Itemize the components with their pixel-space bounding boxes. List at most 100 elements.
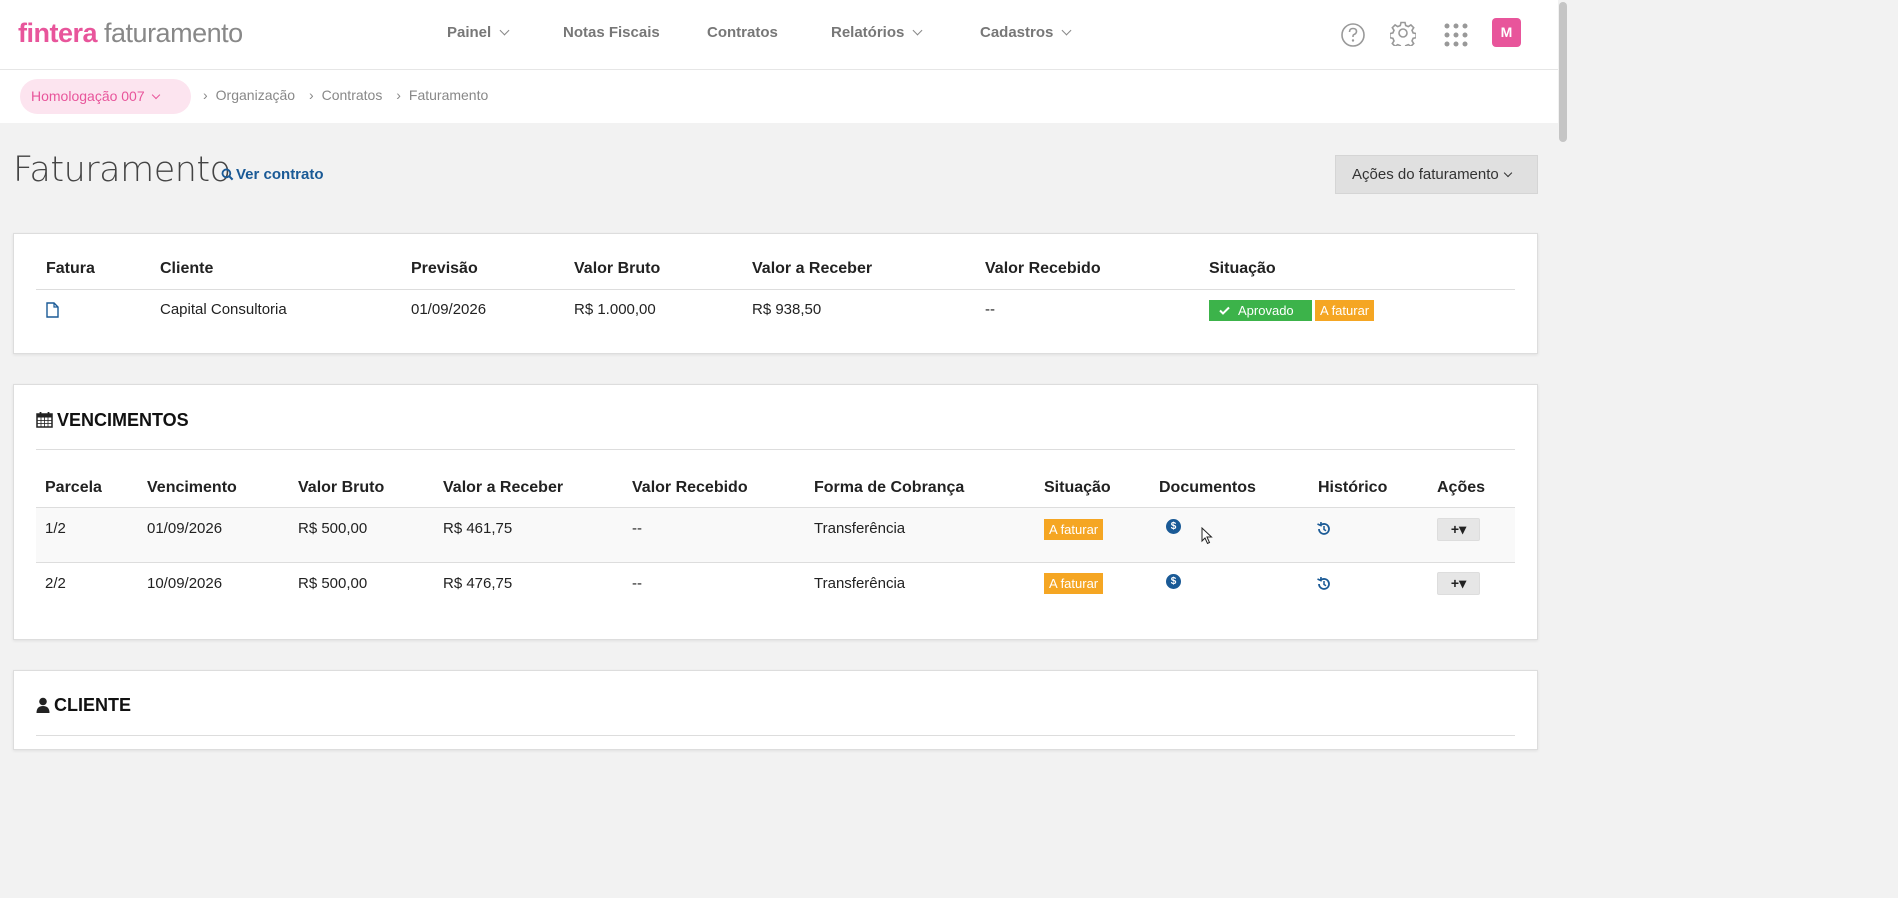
app-logo[interactable]: fintera faturamento xyxy=(18,16,243,50)
invoice-forecast: 01/09/2026 xyxy=(411,301,487,318)
section-divider xyxy=(36,735,1515,736)
cliente-panel: CLIENTE xyxy=(13,670,1538,750)
chevron-down-icon xyxy=(1503,168,1513,178)
status-badge-approved: Aprovado xyxy=(1209,300,1312,321)
row2-parcela: 2/2 xyxy=(45,575,66,592)
section-divider xyxy=(36,449,1515,450)
breadcrumb-organizacao[interactable]: Organização xyxy=(216,87,295,103)
history-icon[interactable] xyxy=(1316,521,1332,537)
invoice-client: Capital Consultoria xyxy=(160,301,287,318)
header-historico: Histórico xyxy=(1318,479,1388,496)
header-parcela: Parcela xyxy=(45,479,102,496)
header-previsao: Previsão xyxy=(411,260,478,277)
billing-actions-label: Ações do faturamento xyxy=(1352,166,1499,183)
table-row xyxy=(36,508,1515,562)
brand-primary: fintera xyxy=(18,18,98,48)
status-badge-to-bill: A faturar xyxy=(1044,519,1104,540)
boleto-document-icon[interactable]: $ xyxy=(1166,519,1181,534)
user-icon xyxy=(36,697,50,713)
row-actions-button[interactable]: +▾ xyxy=(1437,572,1480,595)
invoice-receivable: R$ 938,50 xyxy=(752,301,822,318)
header-cliente: Cliente xyxy=(160,260,214,277)
nav-notas-fiscais[interactable]: Notas Fiscais xyxy=(563,22,660,44)
chevron-right-icon: › xyxy=(396,87,401,103)
breadcrumb: › Organização › Contratos › Faturamento xyxy=(203,87,498,103)
nav-contratos-label: Contratos xyxy=(707,24,778,41)
header-situacao: Situação xyxy=(1209,260,1276,277)
row2-vencimento: 10/09/2026 xyxy=(147,575,223,592)
help-icon[interactable] xyxy=(1340,22,1366,48)
header-fatura: Fatura xyxy=(46,260,95,277)
row1-forma-de-cobranca: Transferência xyxy=(814,520,906,537)
row2-valor-a-receber: R$ 476,75 xyxy=(443,575,513,592)
row1-parcela: 1/2 xyxy=(45,520,66,537)
row1-valor-recebido: -- xyxy=(632,520,642,537)
document-icon[interactable] xyxy=(46,302,59,318)
chevron-down-icon xyxy=(151,90,160,100)
header-situacao: Situação xyxy=(1044,479,1111,496)
row1-valor-bruto: R$ 500,00 xyxy=(298,520,368,537)
nav-cadastros[interactable]: Cadastros xyxy=(980,22,1072,44)
nav-contratos[interactable]: Contratos xyxy=(707,22,778,44)
vencimentos-title: VENCIMENTOS xyxy=(36,409,189,431)
cliente-title: CLIENTE xyxy=(36,695,131,716)
header-valor-recebido: Valor Recebido xyxy=(632,479,748,496)
billing-actions-button[interactable]: Ações do faturamento xyxy=(1335,155,1538,194)
organization-selector[interactable]: Homologação 007 xyxy=(20,79,191,114)
nav-painel[interactable]: Painel xyxy=(447,22,510,44)
breadcrumb-faturamento[interactable]: Faturamento xyxy=(409,87,488,103)
header-divider xyxy=(36,289,1515,290)
nav-relatorios-label: Relatórios xyxy=(831,24,905,41)
header-vencimento: Vencimento xyxy=(147,479,237,496)
chevron-right-icon: › xyxy=(308,87,314,103)
header-valor-bruto: Valor Bruto xyxy=(574,260,661,277)
search-icon xyxy=(221,168,234,181)
brand-secondary: faturamento xyxy=(97,18,243,48)
chevron-down-icon xyxy=(1061,25,1072,36)
row-actions-button[interactable]: +▾ xyxy=(1437,518,1480,541)
header-documentos: Documentos xyxy=(1159,479,1256,496)
boleto-document-icon[interactable]: $ xyxy=(1166,574,1181,589)
chevron-down-icon xyxy=(499,25,510,36)
page-scrollbar[interactable] xyxy=(1558,0,1568,742)
vencimentos-panel: VENCIMENTOS Parcela Vencimento Valor Bru… xyxy=(13,384,1538,640)
header-valor-bruto: Valor Bruto xyxy=(298,479,385,496)
nav-painel-label: Painel xyxy=(447,24,492,41)
calendar-icon xyxy=(36,412,53,428)
row2-valor-bruto: R$ 500,00 xyxy=(298,575,368,592)
row1-valor-a-receber: R$ 461,75 xyxy=(443,520,513,537)
row1-vencimento: 01/09/2026 xyxy=(147,520,223,537)
header-forma-de-cobranca: Forma de Cobrança xyxy=(814,479,965,496)
scrollbar-thumb[interactable] xyxy=(1559,2,1567,142)
gear-icon[interactable] xyxy=(1390,20,1416,46)
vencimentos-title-label: VENCIMENTOS xyxy=(57,410,189,430)
header-valor-recebido: Valor Recebido xyxy=(985,260,1101,277)
chevron-right-icon: › xyxy=(203,87,208,103)
nav-cadastros-label: Cadastros xyxy=(980,24,1054,41)
invoice-gross: R$ 1.000,00 xyxy=(574,301,656,318)
row-divider xyxy=(36,562,1515,563)
apps-grid-icon[interactable] xyxy=(1443,22,1469,48)
nav-notas-fiscais-label: Notas Fiscais xyxy=(563,24,660,41)
organization-name: Homologação 007 xyxy=(31,88,145,104)
status-badge-to-bill: A faturar xyxy=(1315,300,1375,321)
invoice-panel: Fatura Cliente Previsão Valor Bruto Valo… xyxy=(13,233,1538,354)
chevron-down-icon xyxy=(912,25,923,36)
page-title: Faturamento xyxy=(13,150,231,190)
nav-relatorios[interactable]: Relatórios xyxy=(831,22,923,44)
header-valor-a-receber: Valor a Receber xyxy=(443,479,564,496)
header-acoes: Ações xyxy=(1437,479,1486,496)
user-avatar[interactable]: M xyxy=(1492,18,1521,47)
mouse-cursor-icon xyxy=(1201,527,1213,545)
history-icon[interactable] xyxy=(1316,576,1332,592)
status-approved-label: Aprovado xyxy=(1238,303,1294,318)
view-contract-link[interactable]: Ver contrato xyxy=(221,166,324,183)
status-badge-to-bill: A faturar xyxy=(1044,573,1104,594)
row2-forma-de-cobranca: Transferência xyxy=(814,575,906,592)
breadcrumb-contratos[interactable]: Contratos xyxy=(322,87,383,103)
top-navbar: fintera faturamento Painel Notas Fiscais… xyxy=(0,0,1568,70)
row2-valor-recebido: -- xyxy=(632,575,642,592)
view-contract-label: Ver contrato xyxy=(236,166,324,183)
check-icon xyxy=(1219,306,1230,315)
cliente-title-label: CLIENTE xyxy=(54,695,132,715)
